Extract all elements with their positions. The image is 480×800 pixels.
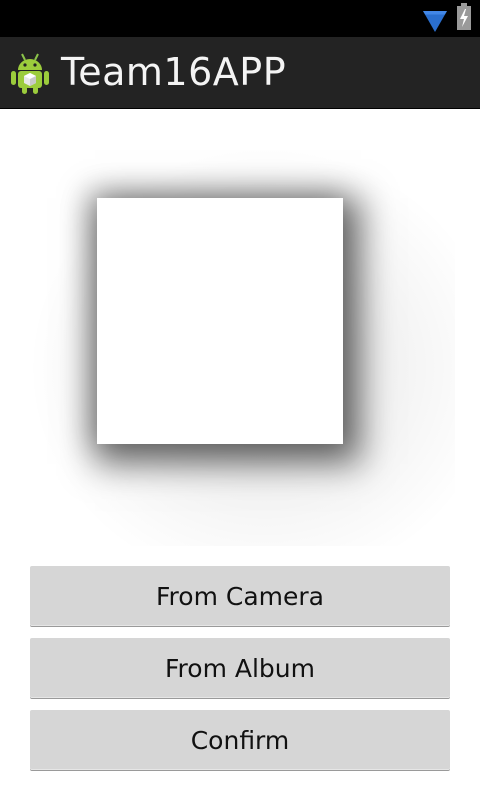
wifi-icon [423, 11, 447, 32]
app-screen: Team16APP From Camera From Album Confirm [0, 0, 480, 800]
app-title: Team16APP [61, 50, 287, 94]
image-preview [33, 150, 455, 546]
battery-charging-icon [457, 3, 471, 30]
action-bar: Team16APP [0, 37, 480, 109]
android-icon [11, 53, 49, 94]
from-album-button[interactable]: From Album [30, 638, 450, 698]
confirm-button[interactable]: Confirm [30, 710, 450, 770]
preview-image-placeholder [97, 198, 343, 444]
from-camera-button[interactable]: From Camera [30, 566, 450, 626]
status-bar [0, 0, 480, 37]
